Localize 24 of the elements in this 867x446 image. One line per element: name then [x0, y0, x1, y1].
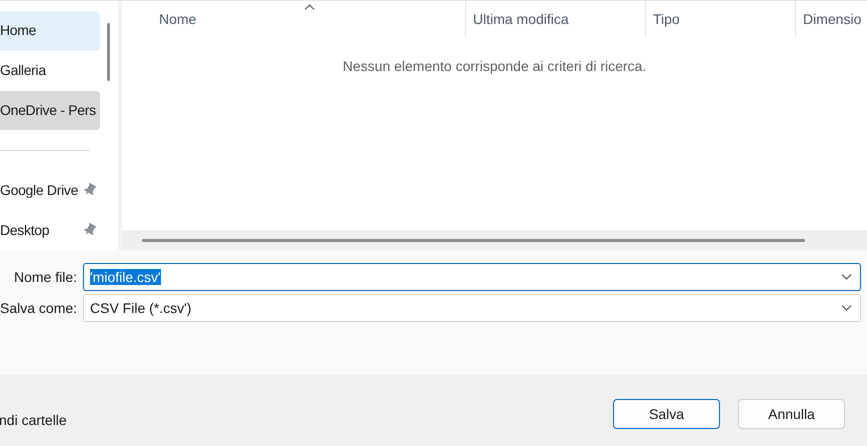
field-label: Salva come:	[0, 298, 78, 318]
sidebar-item[interactable]: OneDrive - Pers	[0, 90, 100, 130]
combo-box[interactable]: 'miofile.csv'	[83, 263, 861, 291]
chevron-down-icon	[841, 305, 852, 311]
dialog-button[interactable]: Annulla	[738, 399, 845, 429]
scrollbar-thumb[interactable]	[142, 238, 805, 242]
toggle-folders-label[interactable]: ndi cartelle	[0, 410, 613, 431]
pin-icon	[84, 223, 96, 238]
column-header[interactable]: Ultima modifica	[473, 8, 569, 30]
column-header[interactable]: Nome	[159, 8, 196, 30]
sidebar-item[interactable]: Galleria	[0, 50, 100, 91]
chevron-down-icon	[841, 274, 852, 280]
scrollbar-thumb[interactable]	[107, 23, 110, 81]
empty-message: Nessun elemento corrisponde ai criteri di ricerca.	[342, 57, 646, 76]
dialog-button[interactable]: Salva	[613, 399, 720, 429]
sidebar-item[interactable]: Desktop	[0, 210, 100, 250]
sort-caret-icon	[304, 4, 315, 10]
combo-box[interactable]: CSV File (*.csv')	[83, 294, 861, 322]
field-label: Nome file:	[12, 268, 78, 286]
column-header[interactable]: Tipo	[653, 8, 680, 30]
column-header[interactable]: Dimensio	[803, 8, 862, 30]
sidebar-item[interactable]: Home	[0, 11, 100, 51]
pin-icon	[84, 183, 96, 198]
sidebar-item[interactable]: Google Drive	[0, 170, 100, 210]
